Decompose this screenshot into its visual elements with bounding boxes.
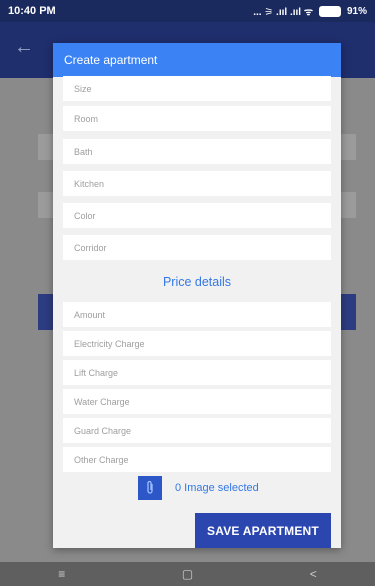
- status-bar: 10:40 PM ... ⚞ .ııl .ııl ᯤ 91%: [0, 0, 375, 22]
- image-selected-label: 0 Image selected: [175, 482, 259, 494]
- guard-charge-field[interactable]: [63, 418, 331, 443]
- water-charge-field[interactable]: [63, 389, 331, 414]
- battery-level: 91%: [346, 5, 367, 17]
- menu-icon[interactable]: ≡: [58, 567, 65, 581]
- image-picker-row: 0 Image selected: [138, 476, 259, 500]
- lift-charge-field[interactable]: [63, 360, 331, 385]
- other-charge-field[interactable]: [63, 447, 331, 472]
- system-nav-bar: ≡ ▢ <: [0, 562, 375, 586]
- battery-icon: [318, 5, 341, 17]
- kitchen-field[interactable]: [63, 171, 331, 196]
- create-apartment-dialog: Create apartment Price details 0 Image s…: [53, 43, 341, 548]
- signal-icons: ... ⚞ .ııl .ııl ᯤ: [253, 7, 313, 18]
- size-field[interactable]: [63, 76, 331, 101]
- price-details-title: Price details: [162, 275, 232, 289]
- room-field[interactable]: [63, 106, 331, 131]
- home-icon[interactable]: ▢: [182, 567, 193, 581]
- back-icon[interactable]: <: [310, 567, 317, 581]
- amount-field[interactable]: [63, 302, 331, 327]
- electricity-charge-field[interactable]: [63, 331, 331, 356]
- bath-field[interactable]: [63, 139, 331, 164]
- status-icons: ... ⚞ .ııl .ııl ᯤ 91%: [253, 4, 367, 18]
- dialog-title: Create apartment: [53, 43, 341, 77]
- back-arrow-icon[interactable]: ←: [14, 36, 34, 59]
- status-time: 10:40 PM: [8, 5, 56, 17]
- color-field[interactable]: [63, 203, 331, 228]
- corridor-field[interactable]: [63, 235, 331, 260]
- save-apartment-button[interactable]: SAVE APARTMENT: [195, 513, 331, 548]
- paperclip-icon: [147, 480, 153, 494]
- attach-image-button[interactable]: [138, 476, 162, 500]
